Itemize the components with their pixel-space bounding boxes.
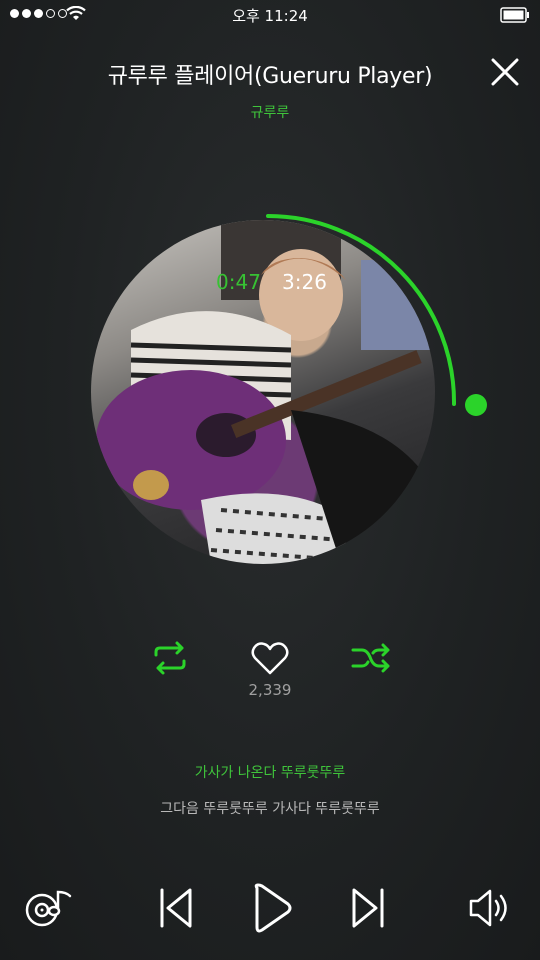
close-icon[interactable] [488,55,522,89]
album-art [91,220,435,564]
battery-icon [500,7,529,23]
elapsed-time: 0:47 [216,270,261,294]
album-art-illustration [96,220,435,564]
next-icon[interactable] [348,886,388,930]
play-icon[interactable] [248,882,296,934]
total-time: 3:26 [282,270,327,294]
volume-icon[interactable] [466,886,516,930]
lyric-current: 가사가 나온다 뚜루룻뚜루 [194,765,346,781]
status-bar: 오후 11:24 [0,0,540,30]
repeat-icon[interactable] [150,640,190,676]
lyric-next: 그다음 뚜루룻뚜루 가사다 뚜루룻뚜루 [160,801,380,817]
artist-name[interactable]: 규루루 [0,102,540,122]
previous-icon[interactable] [156,886,196,930]
progress-knob[interactable] [465,394,487,416]
like-count: 2,339 [248,681,292,699]
player-title: 규루루 플레이어(Gueruru Player) [107,64,433,89]
heart-icon[interactable] [250,640,290,676]
music-library-icon[interactable] [22,884,76,930]
status-time: 오후 11:24 [232,7,308,25]
shuffle-icon[interactable] [350,640,392,676]
